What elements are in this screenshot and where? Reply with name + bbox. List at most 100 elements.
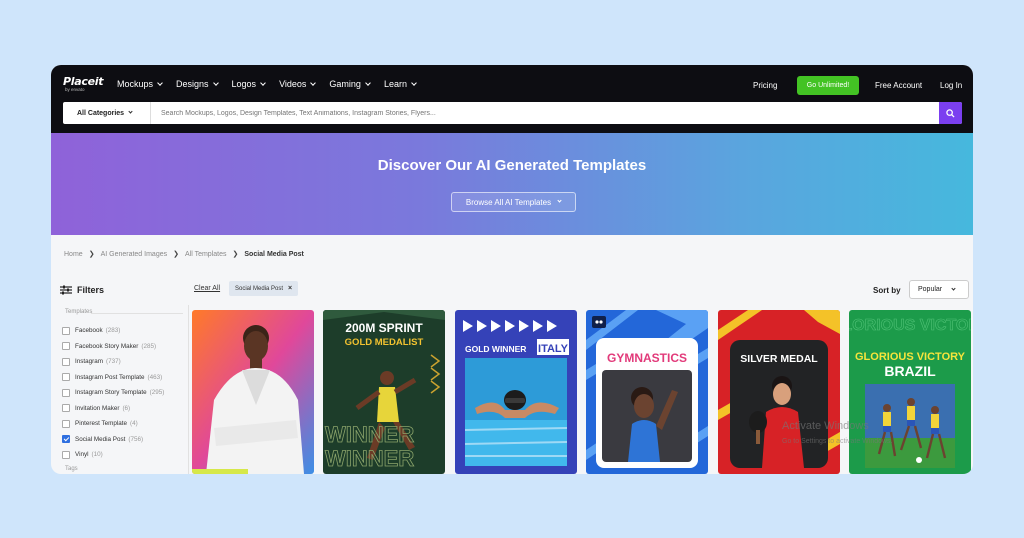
filter-group-label: Tags xyxy=(65,466,78,472)
checkbox[interactable] xyxy=(62,373,70,382)
checkbox[interactable] xyxy=(62,404,70,413)
sort-select[interactable]: Popular xyxy=(909,280,969,299)
template-card[interactable]: SILVER MEDAL xyxy=(718,310,840,474)
browser-viewport: Placeit by envato Mockups Designs Logos … xyxy=(51,65,973,474)
filter-item-count: (463) xyxy=(147,373,163,381)
nav-designs-label: Designs xyxy=(176,79,209,89)
template-thumbnail xyxy=(192,310,314,474)
filter-item-label: Pinterest Template xyxy=(75,420,128,428)
nav-gaming[interactable]: Gaming xyxy=(329,79,371,89)
chevron-right-icon: ❯ xyxy=(173,251,179,258)
checkbox[interactable] xyxy=(62,357,70,366)
checkbox[interactable] xyxy=(62,450,70,459)
category-select-value: All Categories xyxy=(77,109,125,117)
nav-learn[interactable]: Learn xyxy=(384,79,417,89)
windows-activation-watermark: Activate Windows xyxy=(782,420,869,432)
sliders-icon xyxy=(60,285,72,295)
template-thumbnail: GYMNASTICS xyxy=(586,310,708,474)
chevron-down-icon xyxy=(951,285,956,291)
filters-title: Filters xyxy=(77,285,105,295)
nav-logos[interactable]: Logos xyxy=(232,79,266,89)
search-bar: All Categories xyxy=(63,102,962,124)
card-title-outline: GLORIOUS VICTORY xyxy=(849,317,971,334)
nav-gaming-label: Gaming xyxy=(329,79,361,89)
checkbox[interactable] xyxy=(62,342,70,351)
chevron-down-icon xyxy=(157,79,163,86)
windows-activation-subtext: Go to Settings to activate Windows. xyxy=(782,438,893,445)
template-card[interactable]: GOLD WINNER ITALY xyxy=(455,310,577,474)
template-card[interactable]: GLORIOUS VICTORY GLORIOUS VICTORY BRAZIL xyxy=(849,310,971,474)
filter-item[interactable]: Instagram (737) xyxy=(62,354,164,370)
filter-group-label: Templates xyxy=(65,309,93,315)
filters-header[interactable]: Filters xyxy=(60,285,104,295)
active-filter-chip[interactable]: Social Media Post × xyxy=(229,281,299,296)
sort-value: Popular xyxy=(918,286,943,293)
filter-item[interactable]: Instagram Story Template (295) xyxy=(62,385,164,401)
filter-list: Facebook (283) Facebook Story Maker (285) … xyxy=(62,323,164,463)
nav-videos[interactable]: Videos xyxy=(279,79,317,89)
filter-item-count: (283) xyxy=(105,327,121,335)
breadcrumb-ai-images[interactable]: AI Generated Images xyxy=(101,251,168,258)
filter-item[interactable]: Instagram Post Template (463) xyxy=(62,370,164,386)
card-country: ITALY xyxy=(538,343,569,355)
nav-mockups-label: Mockups xyxy=(117,79,154,89)
template-thumbnail: GOLD WINNER ITALY xyxy=(455,310,577,474)
checkbox[interactable] xyxy=(62,419,70,428)
filter-item-count: (295) xyxy=(149,389,165,397)
login-link[interactable]: Log In xyxy=(940,81,962,90)
filter-item-count: (6) xyxy=(122,404,131,412)
template-card[interactable]: 200M SPRINT GOLD MEDALIST WINNER WINNER xyxy=(323,310,445,474)
banner-title: Discover Our AI Generated Templates xyxy=(377,157,647,174)
checkbox[interactable] xyxy=(62,326,70,335)
chevron-down-icon xyxy=(310,79,317,86)
filter-item-label: Instagram Story Template xyxy=(75,389,147,397)
breadcrumb-current: Social Media Post xyxy=(244,250,304,258)
nav-mockups[interactable]: Mockups xyxy=(117,79,163,89)
breadcrumb-all-templates[interactable]: All Templates xyxy=(185,251,227,258)
chevron-right-icon: ❯ xyxy=(88,251,95,258)
template-thumbnail: SILVER MEDAL xyxy=(718,310,840,474)
checkbox-checked[interactable] xyxy=(62,435,70,444)
close-icon[interactable]: × xyxy=(288,285,292,292)
pricing-link[interactable]: Pricing xyxy=(753,81,777,90)
card-title: 200M SPRINT xyxy=(345,321,423,335)
main-nav: Mockups Designs Logos Videos Gaming Lear… xyxy=(117,79,430,89)
browse-ai-templates-button[interactable]: Browse All AI Templates xyxy=(451,192,576,212)
browse-button-label: Browse All AI Templates xyxy=(465,197,552,207)
clear-all-link[interactable]: Clear All xyxy=(194,285,220,292)
filter-item[interactable]: Facebook Story Maker (285) xyxy=(62,339,164,355)
template-thumbnail: 200M SPRINT GOLD MEDALIST WINNER WINNER xyxy=(323,310,445,474)
checkbox[interactable] xyxy=(62,388,70,397)
top-navbar: Placeit by envato Mockups Designs Logos … xyxy=(51,65,973,133)
card-title: GLORIOUS VICTORY xyxy=(855,351,966,363)
placeit-logo[interactable]: Placeit by envato xyxy=(63,75,103,92)
filter-item-count: (4) xyxy=(130,420,138,428)
filter-item-label: Vinyl xyxy=(75,451,89,459)
free-account-link[interactable]: Free Account xyxy=(875,81,922,90)
go-unlimited-button[interactable]: Go Unlimited! xyxy=(797,76,859,95)
filter-sidebar: Templates Facebook (283) Facebook Story M… xyxy=(51,305,189,474)
filter-item[interactable]: Facebook (283) xyxy=(62,323,164,339)
search-button[interactable] xyxy=(939,102,962,124)
nav-videos-label: Videos xyxy=(279,79,307,89)
filter-item-label: Instagram Post Template xyxy=(75,373,145,381)
filter-item[interactable]: Vinyl (10) xyxy=(62,447,164,463)
filter-item-label: Instagram xyxy=(75,358,103,366)
card-subtitle: GOLD MEDALIST xyxy=(345,337,424,348)
nav-designs[interactable]: Designs xyxy=(176,79,219,89)
filter-item-label: Facebook xyxy=(75,327,103,335)
search-input[interactable] xyxy=(161,102,921,124)
card-country: BRAZIL xyxy=(884,363,936,379)
filter-item[interactable]: Pinterest Template (4) xyxy=(62,416,164,432)
category-select[interactable]: All Categories xyxy=(63,102,151,124)
template-card[interactable]: GYMNASTICS xyxy=(586,310,708,474)
filter-item-count: (737) xyxy=(106,358,121,366)
chevron-down-icon xyxy=(365,79,371,86)
card-title: GYMNASTICS xyxy=(607,351,687,365)
chevron-down-icon xyxy=(411,79,417,86)
filter-item[interactable]: Invitation Maker (6) xyxy=(62,401,164,417)
filter-item-count: (10) xyxy=(91,451,103,459)
filter-item[interactable]: Social Media Post (756) xyxy=(62,432,164,448)
template-card[interactable] xyxy=(192,310,314,474)
breadcrumb-home[interactable]: Home xyxy=(64,251,83,258)
